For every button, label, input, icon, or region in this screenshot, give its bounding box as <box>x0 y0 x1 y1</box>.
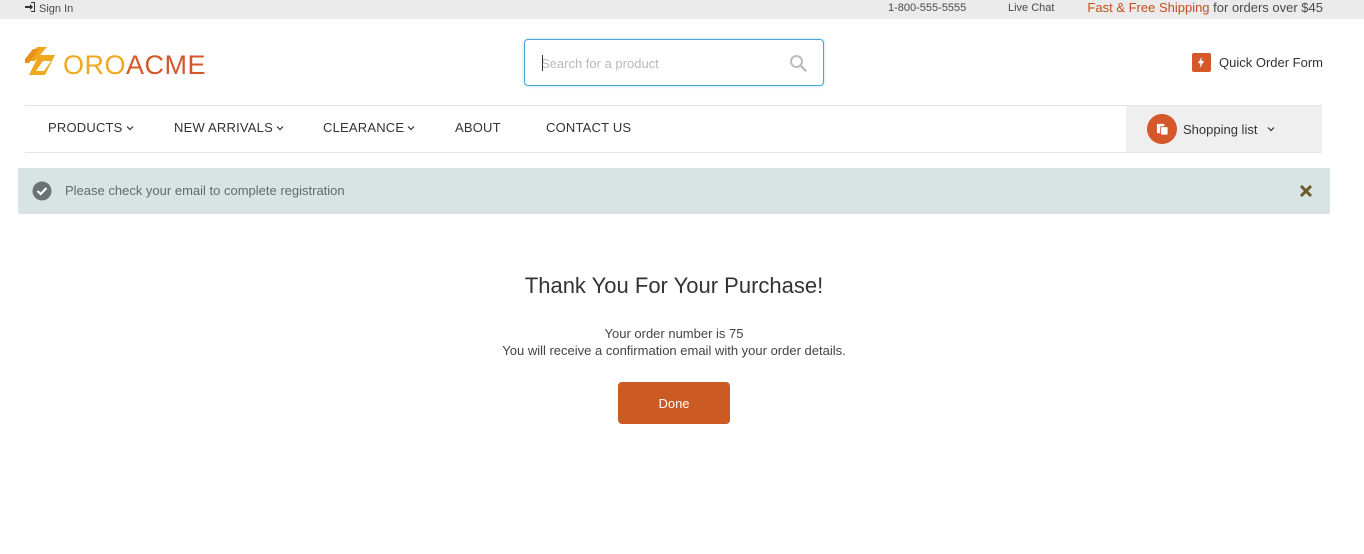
phone-number[interactable]: 1-800-555-5555 <box>888 2 966 14</box>
live-chat-link[interactable]: Live Chat <box>1008 2 1054 14</box>
close-icon[interactable] <box>1299 184 1313 198</box>
nav-item-about[interactable]: ABOUT <box>455 120 501 135</box>
nav-item-clearance[interactable]: CLEARANCE <box>323 120 415 135</box>
nav-item-label: CLEARANCE <box>323 120 405 135</box>
logo[interactable]: ORO ACME <box>25 45 206 84</box>
done-button[interactable]: Done <box>618 382 730 424</box>
chevron-down-icon <box>126 120 134 135</box>
nav-item-label: PRODUCTS <box>48 120 123 135</box>
confirmation-email-text: You will receive a confirmation email wi… <box>502 343 846 358</box>
shopping-list-label: Shopping list <box>1183 121 1258 137</box>
top-bar: Sign In 1-800-555-5555 Live Chat Fast & … <box>0 0 1364 19</box>
nav-item-label: NEW ARRIVALS <box>174 120 273 135</box>
shopping-list-icon <box>1147 114 1177 144</box>
shopping-list-dropdown[interactable]: Shopping list <box>1126 106 1322 152</box>
chevron-down-icon <box>1263 120 1275 138</box>
nav-item-label: ABOUT <box>455 120 501 135</box>
shipping-promo-link[interactable]: Fast & Free Shipping <box>1087 0 1209 15</box>
page-title: Thank You For Your Purchase! <box>524 273 824 298</box>
notification-alert: Please check your email to complete regi… <box>18 168 1330 214</box>
shipping-promo-text: for orders over $45 <box>1209 0 1323 15</box>
checkmark-icon <box>32 181 52 201</box>
logo-text: ORO ACME <box>63 52 206 79</box>
quick-order-form-link[interactable]: Quick Order Form <box>1191 53 1323 72</box>
search-input[interactable] <box>541 52 781 74</box>
text-cursor <box>542 55 543 71</box>
logo-mark-icon <box>25 45 59 84</box>
search-box <box>524 39 824 86</box>
shipping-promo: Fast & Free Shipping for orders over $45 <box>1087 0 1323 15</box>
order-number-text: Your order number is 75 <box>604 326 744 341</box>
alert-message: Please check your email to complete regi… <box>65 183 345 198</box>
lightning-icon <box>1191 53 1211 72</box>
sign-in-link[interactable]: Sign In <box>25 2 73 15</box>
chevron-down-icon <box>276 120 284 135</box>
nav-item-products[interactable]: PRODUCTS <box>48 120 134 135</box>
sign-in-label: Sign In <box>39 2 74 15</box>
nav-item-label: CONTACT US <box>546 120 632 135</box>
logo-text-acme: ACME <box>126 50 207 80</box>
nav-item-new-arrivals[interactable]: NEW ARRIVALS <box>174 120 284 135</box>
chevron-down-icon <box>407 120 415 135</box>
nav-item-contact-us[interactable]: CONTACT US <box>546 120 631 135</box>
main-nav: PRODUCTS NEW ARRIVALS CLEARANCE ABOUT CO… <box>25 105 1322 153</box>
sign-in-icon <box>25 2 35 15</box>
logo-text-oro: ORO <box>63 50 127 80</box>
search-icon[interactable] <box>789 54 807 72</box>
quick-order-form-label: Quick Order Form <box>1218 55 1323 70</box>
page: Sign In 1-800-555-5555 Live Chat Fast & … <box>0 0 1364 554</box>
